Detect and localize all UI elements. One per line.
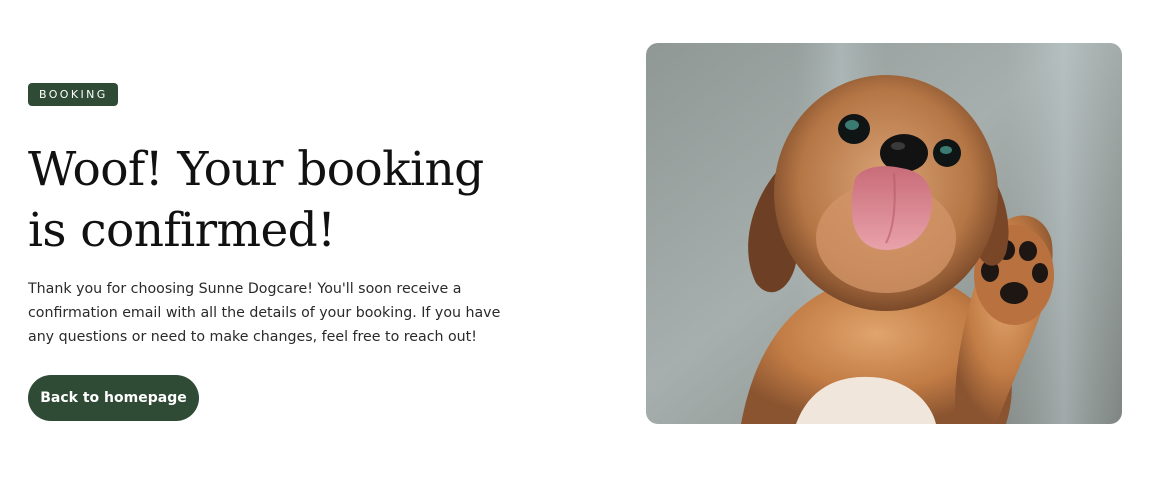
booking-badge: BOOKING	[28, 83, 118, 106]
dog-photo	[646, 43, 1122, 424]
confirmation-content: BOOKING Woof! Your booking is confirmed!…	[28, 83, 518, 421]
page-title: Woof! Your booking is confirmed!	[28, 142, 484, 258]
back-to-homepage-button[interactable]: Back to homepage	[28, 375, 199, 421]
confirmation-message: Thank you for choosing Sunne Dogcare! Yo…	[28, 281, 501, 345]
